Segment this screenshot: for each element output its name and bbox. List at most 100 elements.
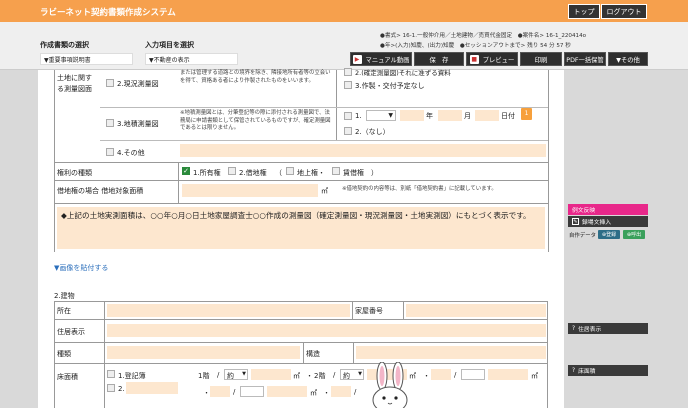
survey4-label: 4.その他 [117, 149, 145, 157]
slash: / [454, 371, 457, 379]
top-bar: ラビーネット契約書類作成システム トップ ログアウト [0, 0, 688, 22]
floor1-approx-select[interactable]: 約 ▼ [224, 369, 248, 380]
survey2-checkbox[interactable] [106, 79, 114, 87]
floor4-area-input[interactable] [267, 386, 307, 397]
chevron-down-icon: ▼ [388, 112, 393, 119]
paren-close: ） [371, 169, 378, 177]
floor-other-label: 2. [118, 385, 125, 393]
divider [353, 342, 354, 363]
floor4-label-input[interactable] [210, 386, 230, 397]
print-button[interactable]: 印刷 [520, 52, 562, 66]
lease-right-checkbox[interactable] [332, 167, 340, 175]
date-opt1-checkbox[interactable] [344, 112, 352, 120]
survey4-input[interactable] [180, 144, 546, 157]
preview-button[interactable]: ■ プレビュー [466, 52, 518, 66]
divider [403, 301, 404, 319]
floor-help-button[interactable]: ? 床面積 [568, 365, 648, 376]
dot: ・ [203, 389, 210, 397]
ownership-checkbox[interactable]: ✓ [182, 167, 190, 175]
doc-type-label: 作成書類の選択 [40, 41, 89, 49]
leasehold-area-label: 借地権の場合 借地対象面積 [57, 187, 144, 195]
dot: ・ [323, 389, 330, 397]
divider [100, 140, 548, 141]
floor3-label-input[interactable] [431, 369, 451, 380]
insert-phrase-button[interactable]: ✎ 録場文挿入 [568, 216, 648, 227]
example-reflect-button[interactable]: 例文反映 [568, 204, 648, 215]
survey3-checkbox[interactable] [106, 119, 114, 127]
calendar-icon[interactable]: 1 [521, 108, 532, 120]
right-opt3-checkbox[interactable] [344, 81, 352, 89]
help-icon: ? [572, 367, 576, 374]
floor1-area-input[interactable] [251, 369, 291, 380]
logout-button[interactable]: ログアウト [601, 4, 647, 19]
month-input[interactable] [438, 110, 462, 121]
leasehold-checkbox[interactable] [228, 167, 236, 175]
rabbit-mascot-icon [372, 362, 408, 408]
floor4-unit: ㎡ [310, 389, 317, 397]
floor1-unit: ㎡ [293, 372, 300, 380]
register-button[interactable]: ⊕ 登録 [598, 230, 620, 239]
floor1-label: 1階 [198, 372, 210, 380]
year-input[interactable] [400, 110, 424, 121]
surface-right-checkbox[interactable] [286, 167, 294, 175]
divider [54, 363, 548, 364]
floor3-unit: ㎡ [531, 372, 538, 380]
floor3-approx-select[interactable] [461, 369, 485, 380]
floor2-label: 2階 [314, 372, 326, 380]
manual-video-button[interactable]: ▶ マニュアル動画 [350, 52, 412, 66]
doc-type-select[interactable]: ▼重要事項説明書 [40, 53, 133, 65]
edit-icon: ✎ [572, 218, 579, 225]
floor-area-label: 床面積 [57, 373, 78, 381]
leasehold-label: 2.借地権 [239, 169, 267, 177]
pdf-save-button[interactable]: PDF一括保管 [564, 52, 606, 66]
app-title: ラビーネット契約書類作成システム [40, 8, 176, 18]
video-icon: ▶ [352, 54, 362, 64]
right-opt2-checkbox[interactable] [344, 68, 352, 76]
leasehold-area-input[interactable] [182, 184, 318, 197]
leasehold-note: ※借地契約の内容等は、別紙「借地契約書」に記載しています。 [342, 186, 497, 192]
session-info: ●年>(入力)知慶、(出力)知慶 ●セッションアウトまで> 残り 54 分 57… [380, 43, 571, 49]
residence-help-button[interactable]: ? 住居表示 [568, 323, 648, 334]
divider [548, 70, 549, 252]
floor3-area-input[interactable] [488, 369, 528, 380]
slash: / [333, 371, 336, 379]
house-number-input[interactable] [406, 304, 546, 317]
date-opt2-checkbox[interactable] [344, 127, 352, 135]
divider [54, 180, 548, 181]
save-button[interactable]: 保 存 [414, 52, 464, 66]
pdf-icon: ■ [469, 54, 479, 64]
floor4-approx-select[interactable] [240, 386, 264, 397]
house-number-label: 家屋番号 [355, 307, 383, 315]
floor-registry-checkbox[interactable] [107, 370, 115, 378]
ownership-label: 1.所有権 [193, 169, 221, 177]
input-item-select[interactable]: ▼不動産の表示 [145, 53, 238, 65]
help-icon: ? [572, 325, 576, 332]
paste-image-link[interactable]: ▼画像を貼付する [54, 263, 108, 273]
structure-input[interactable] [356, 346, 546, 359]
divider [54, 162, 548, 163]
location-input[interactable] [107, 304, 350, 317]
structure-label: 構造 [306, 350, 320, 358]
call-button[interactable]: ⊕ 呼出 [623, 230, 645, 239]
rights-label: 権利の種類 [57, 169, 92, 177]
floor5-label-input[interactable] [331, 386, 351, 397]
residence-input[interactable] [107, 324, 546, 337]
kind-label: 種類 [57, 350, 71, 358]
day-input[interactable] [475, 110, 499, 121]
survey3-note: ※地積測量図とは、分筆登記等の際に添付される測量図で、法務局に申請書類として保管… [180, 110, 331, 131]
era-select[interactable]: ▼ [366, 110, 396, 121]
floor-other-checkbox[interactable] [107, 384, 115, 392]
floor-other-input[interactable] [126, 382, 178, 394]
remark-textarea[interactable]: ◆上記の土地実測面積は、○○年○月○日土地家屋調査士○○作成の測量図（確定測量図… [57, 207, 545, 249]
top-button[interactable]: トップ [568, 4, 600, 19]
survey4-checkbox[interactable] [106, 148, 114, 156]
divider [104, 301, 105, 408]
divider [54, 162, 55, 252]
slash: / [233, 388, 236, 396]
kind-input[interactable] [107, 346, 300, 359]
other-menu-button[interactable]: ▼その他 [608, 52, 648, 66]
chevron-down-icon: ▼ [242, 371, 246, 377]
main-form: 土地に関する測量図面 2.現況測量図 または管理する道路との境界を除き、隣接地所… [38, 68, 564, 408]
divider [303, 342, 304, 363]
input-item-label: 入力項目を選択 [145, 41, 194, 49]
